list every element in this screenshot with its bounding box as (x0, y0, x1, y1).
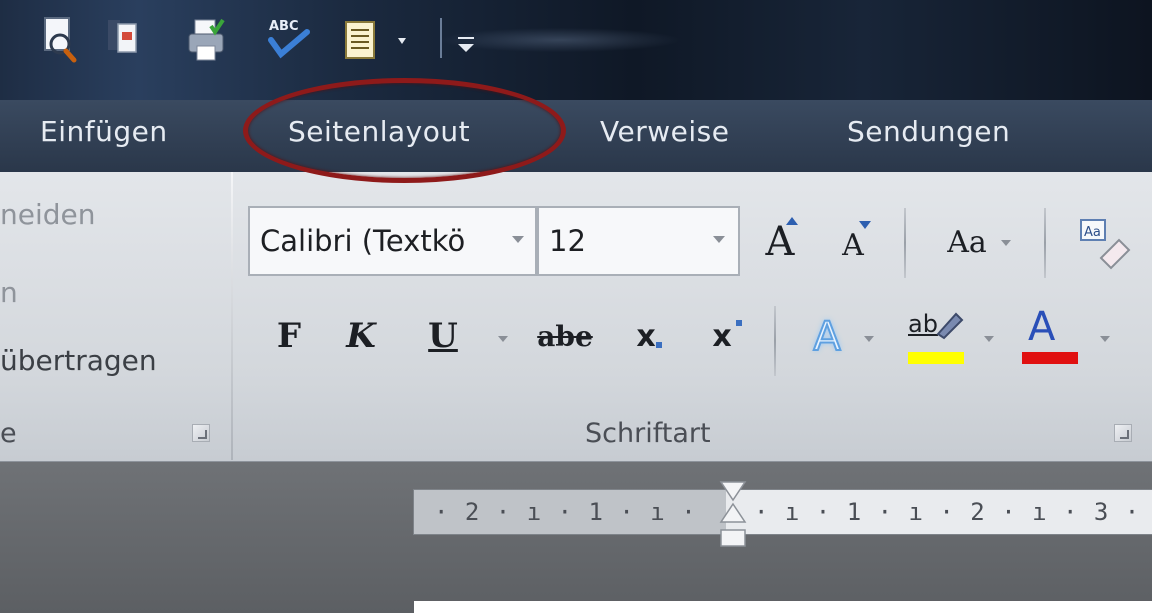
clear-formatting-button[interactable]: Aa (1070, 212, 1140, 272)
highlight-color-swatch (908, 352, 964, 364)
strikethrough-label: abe (537, 319, 593, 353)
text-effects-label: A (812, 313, 841, 361)
font-name-value: Calibri (Textkö (260, 224, 466, 258)
font-size-combo[interactable]: 12 (537, 206, 740, 276)
superscript-marker-icon (736, 320, 742, 326)
separator (1044, 208, 1046, 278)
font-color-label: A (1028, 304, 1056, 350)
svg-text:Aa: Aa (1084, 225, 1101, 240)
highlight-color-button[interactable]: ab (900, 304, 1000, 370)
tab-verweise[interactable]: Verweise (600, 110, 729, 154)
subscript-marker-icon (656, 342, 662, 348)
font-color-button[interactable]: A (1018, 304, 1118, 370)
change-case-button[interactable]: Aa (935, 212, 1013, 272)
tab-seitenlayout[interactable]: Seitenlayout (288, 110, 470, 154)
clipboard-group-label: e (0, 418, 17, 449)
font-size-value: 12 (549, 224, 586, 258)
spelling-icon[interactable]: ABC (265, 14, 310, 62)
group-divider (231, 172, 233, 460)
underline-label: U (428, 316, 458, 356)
separator (774, 306, 776, 376)
tab-einfuegen[interactable]: Einfügen (40, 110, 168, 154)
chevron-down-icon[interactable] (512, 236, 524, 243)
italic-button[interactable]: K (338, 308, 384, 364)
strikethrough-button[interactable]: abe (534, 308, 596, 364)
shrink-font-label: A (842, 227, 864, 263)
document-page (414, 601, 1152, 613)
font-name-combo[interactable]: Calibri (Textkö (248, 206, 537, 276)
document-icon[interactable] (100, 14, 140, 62)
separator (904, 208, 906, 278)
chevron-down-icon (1100, 336, 1110, 342)
chevron-down-icon (864, 336, 874, 342)
document-workspace (0, 462, 1152, 613)
horizontal-ruler[interactable]: · 2 · ı · 1 · ı · · ı · 1 · ı · 2 · ı · … (413, 489, 1152, 535)
superscript-label: x (712, 318, 732, 354)
superscript-button[interactable]: x (694, 308, 750, 364)
grow-font-button[interactable]: A (755, 212, 805, 272)
svg-text:ABC: ABC (269, 19, 299, 34)
toolbar-separator (440, 18, 442, 58)
copy-button[interactable]: n (0, 276, 18, 309)
print-preview-icon[interactable] (40, 14, 80, 63)
text-effects-button[interactable]: A (800, 306, 878, 368)
chevron-down-icon (1001, 240, 1011, 246)
subscript-button[interactable]: x (618, 308, 674, 364)
format-painter-button[interactable]: übertragen (0, 344, 157, 377)
shrink-font-button[interactable]: A (830, 218, 876, 272)
chevron-down-icon[interactable] (498, 336, 508, 342)
chevron-down-icon (984, 336, 994, 342)
customize-toolbar-icon[interactable] (452, 14, 482, 62)
ruler-left-marks: · 2 · ı · 1 · ı · (434, 498, 697, 526)
subscript-label: x (636, 318, 656, 354)
title-bar (0, 0, 1152, 100)
arrow-down-icon (859, 221, 871, 229)
change-case-label: Aa (947, 224, 987, 260)
print-icon[interactable] (185, 14, 225, 62)
arrow-up-icon (786, 217, 798, 225)
underline-button[interactable]: U (420, 308, 466, 364)
italic-label: K (346, 316, 376, 356)
chevron-down-icon[interactable] (713, 236, 725, 243)
marker-pen-icon (936, 312, 964, 340)
bold-button[interactable]: F (266, 308, 312, 364)
clipboard-dialog-launcher[interactable] (192, 424, 210, 442)
tab-sendungen[interactable]: Sendungen (847, 110, 1010, 154)
list-document-icon[interactable] (342, 14, 432, 62)
font-group-label: Schriftart (585, 418, 711, 449)
cut-button[interactable]: neiden (0, 198, 96, 231)
ruler-right-marks: · ı · 1 · ı · 2 · ı · 3 · (754, 498, 1141, 526)
bold-label: F (276, 316, 302, 356)
font-color-swatch (1022, 352, 1078, 364)
font-dialog-launcher[interactable] (1114, 424, 1132, 442)
eraser-icon: Aa (1080, 219, 1131, 270)
indent-marker-icon[interactable] (718, 478, 748, 550)
